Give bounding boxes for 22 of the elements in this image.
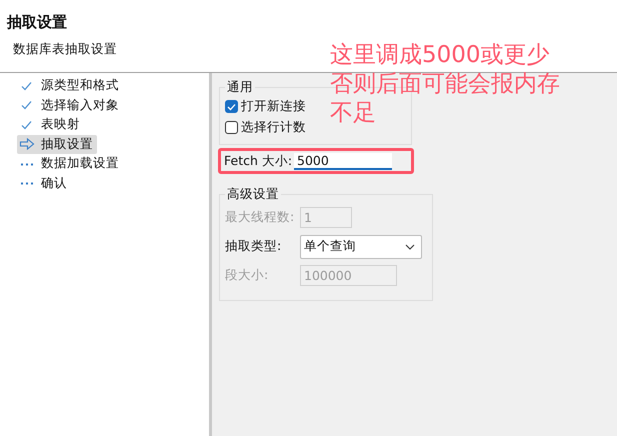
field-label: 最大线程数: [225,209,296,226]
checkbox[interactable] [225,100,238,113]
step-item[interactable]: 选择输入对象 [17,96,123,115]
step-item[interactable]: 抽取设置 [17,134,97,154]
step-item[interactable]: 数据加载设置 [17,154,123,174]
field-label: Fetch 大小: [224,152,294,170]
fetch-size-field[interactable]: 5000 [294,152,392,170]
group-title: 高级设置 [226,186,280,203]
field-label: 段大小: [225,267,270,284]
chevron-down-icon [405,244,415,250]
annotation-note: 这里调成5000或更少 否则后面可能会报内存 不足 [330,41,560,128]
page-subtitle: 数据库表抽取设置 [13,41,117,58]
checkbox-label[interactable]: 选择行计数 [241,119,306,136]
step-item[interactable]: 确认 [17,174,71,193]
checkbox[interactable] [225,121,238,134]
step-item[interactable]: 表映射 [17,115,84,134]
page-title: 抽取设置 [7,13,68,32]
field-label: 抽取类型: [225,238,282,255]
checkbox-label[interactable]: 打开新连接 [241,98,306,115]
group-title: 通用 [226,79,254,96]
step-item[interactable]: 源类型和格式 [17,76,123,96]
extract-type-dropdown[interactable]: 单个查询 [300,234,422,258]
